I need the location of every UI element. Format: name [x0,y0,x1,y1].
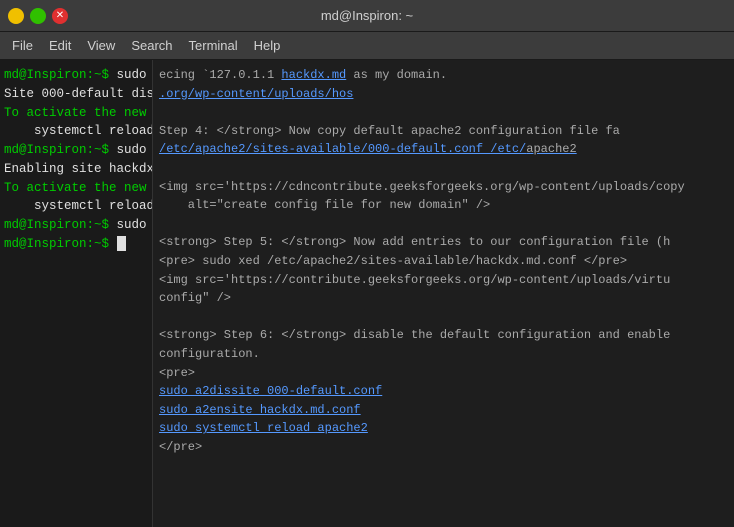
rp-line-9 [159,215,728,234]
rp-line-20: sudo systemctl reload apache2 [159,419,728,438]
term-line-7: To activate the new configuration, you n… [4,179,148,198]
rp-line-8: alt="create config file for new domain" … [159,196,728,215]
rp-line-3 [159,103,728,122]
rp-line-10: <strong> Step 5: </strong> Now add entri… [159,233,728,252]
term-line-1: md@Inspiron:~$ sudo a2dissite 000-defaul… [4,66,148,85]
rp-line-21: </pre> [159,438,728,457]
term-line-2: Site 000-default disabled. [4,85,148,104]
rp-line-15: <strong> Step 6: </strong> disable the d… [159,326,728,345]
window-title: md@Inspiron: ~ [68,8,666,23]
rp-line-1: ecing `127.0.1.1 hackdx.md as my domain. [159,66,728,85]
rp-line-14 [159,308,728,327]
window-controls[interactable]: − □ ✕ [8,8,68,24]
term-line-6: Enabling site hackdx.md. [4,160,148,179]
menu-file[interactable]: File [4,36,41,55]
rp-line-7: <img src='https://cdncontribute.geeksfor… [159,178,728,197]
rp-line-19: sudo a2ensite hackdx.md.conf [159,401,728,420]
term-line-8: systemctl reload apache2 [4,197,148,216]
rp-line-13: config" /> [159,289,728,308]
term-line-5: md@Inspiron:~$ sudo a2ensite hackdx.md.c… [4,141,148,160]
titlebar: − □ ✕ md@Inspiron: ~ [0,0,734,32]
rp-line-18: sudo a2dissite 000-default.conf [159,382,728,401]
rp-line-17: <pre> [159,364,728,383]
menubar: File Edit View Search Terminal Help [0,32,734,60]
rp-line-6 [159,159,728,178]
term-line-3: To activate the new configuration, you n… [4,104,148,123]
minimize-button[interactable]: − [8,8,24,24]
menu-terminal[interactable]: Terminal [181,36,246,55]
maximize-button[interactable]: □ [30,8,46,24]
rp-line-4: Step 4: </strong> Now copy default apach… [159,122,728,141]
close-button[interactable]: ✕ [52,8,68,24]
term-line-4: systemctl reload apache2 [4,122,148,141]
menu-view[interactable]: View [79,36,123,55]
rp-line-12: <img src='https://contribute.geeksforgee… [159,271,728,290]
cursor [117,236,126,251]
term-line-9: md@Inspiron:~$ sudo systemctl reload apa… [4,216,148,235]
rp-line-5: /etc/apache2/sites-available/000-default… [159,140,728,159]
menu-search[interactable]: Search [123,36,180,55]
term-line-10: md@Inspiron:~$ [4,235,148,254]
rp-line-16: configuration. [159,345,728,364]
rp-line-2: .org/wp-content/uploads/hos [159,85,728,104]
menu-edit[interactable]: Edit [41,36,79,55]
rp-line-11: <pre> sudo xed /etc/apache2/sites-availa… [159,252,728,271]
terminal-area: md@Inspiron:~$ sudo a2dissite 000-defaul… [0,60,734,527]
terminal-output[interactable]: md@Inspiron:~$ sudo a2dissite 000-defaul… [0,60,152,527]
menu-help[interactable]: Help [246,36,289,55]
right-pane: ecing `127.0.1.1 hackdx.md as my domain.… [152,60,734,527]
